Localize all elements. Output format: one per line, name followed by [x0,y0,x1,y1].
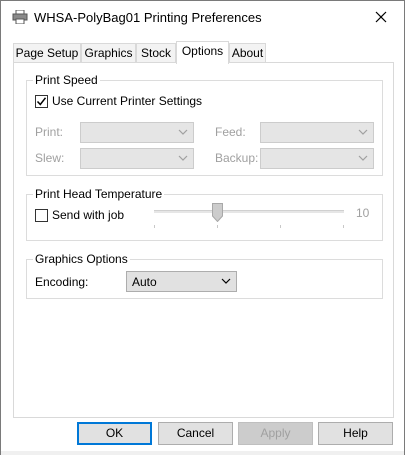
cancel-button[interactable]: Cancel [158,422,233,445]
print-speed-group: Print Speed Use Current Printer Settings… [26,73,383,176]
slider-tick [154,225,155,228]
feed-speed-select[interactable] [260,122,374,143]
footer-strip [1,451,404,455]
title-bar[interactable]: WHSA-PolyBag01 Printing Preferences [1,1,404,33]
graphics-options-group: Graphics Options Encoding: Auto [26,252,383,299]
tab-bar: Page Setup Graphics Stock Options About [13,41,393,64]
chevron-down-icon [221,278,231,284]
tab-page-setup[interactable]: Page Setup [13,43,81,63]
use-current-settings-row[interactable]: Use Current Printer Settings [35,94,202,108]
encoding-selected-value: Auto [132,275,157,289]
send-with-job-label: Send with job [52,208,125,222]
printing-preferences-dialog: WHSA-PolyBag01 Printing Preferences Page… [0,0,405,455]
use-current-settings-label: Use Current Printer Settings [52,94,203,108]
slew-label: Slew: [35,151,65,165]
chevron-down-icon [358,129,368,135]
close-icon [375,11,387,23]
print-speed-select[interactable] [80,122,194,143]
tab-graphics[interactable]: Graphics [81,43,136,63]
send-with-job-checkbox[interactable] [35,208,48,222]
use-current-settings-checkbox[interactable] [35,94,48,108]
tab-about[interactable]: About [229,43,266,63]
window-title: WHSA-PolyBag01 Printing Preferences [34,10,262,25]
backup-speed-select[interactable] [260,148,374,169]
encoding-label: Encoding: [35,275,89,289]
send-with-job-row[interactable]: Send with job [35,208,124,222]
slider-tick [217,225,218,228]
help-button[interactable]: Help [318,422,393,445]
print-speed-title: Print Speed [33,73,100,87]
encoding-select[interactable]: Auto [126,271,237,292]
slew-speed-select[interactable] [80,148,194,169]
print-head-temperature-group: Print Head Temperature Send with job 10 [26,187,383,241]
slider-tick [343,225,344,228]
chevron-down-icon [178,129,188,135]
backup-label: Backup: [215,151,259,165]
print-label: Print: [35,125,64,139]
printer-icon [12,9,28,25]
graphics-options-title: Graphics Options [33,252,130,266]
ok-button[interactable]: OK [77,422,152,445]
tab-stock[interactable]: Stock [136,43,176,63]
options-panel: Print Speed Use Current Printer Settings… [13,62,394,418]
feed-label: Feed: [215,125,246,139]
temperature-slider-track[interactable] [154,210,344,213]
chevron-down-icon [178,155,188,161]
temperature-slider-thumb[interactable] [212,203,223,223]
apply-button[interactable]: Apply [238,422,313,445]
checkmark-icon [36,96,47,106]
slider-tick [280,225,281,228]
chevron-down-icon [358,155,368,161]
temperature-value: 10 [356,206,370,220]
tab-options[interactable]: Options [176,41,229,64]
close-button[interactable] [358,1,404,33]
print-head-temperature-title: Print Head Temperature [33,187,165,201]
